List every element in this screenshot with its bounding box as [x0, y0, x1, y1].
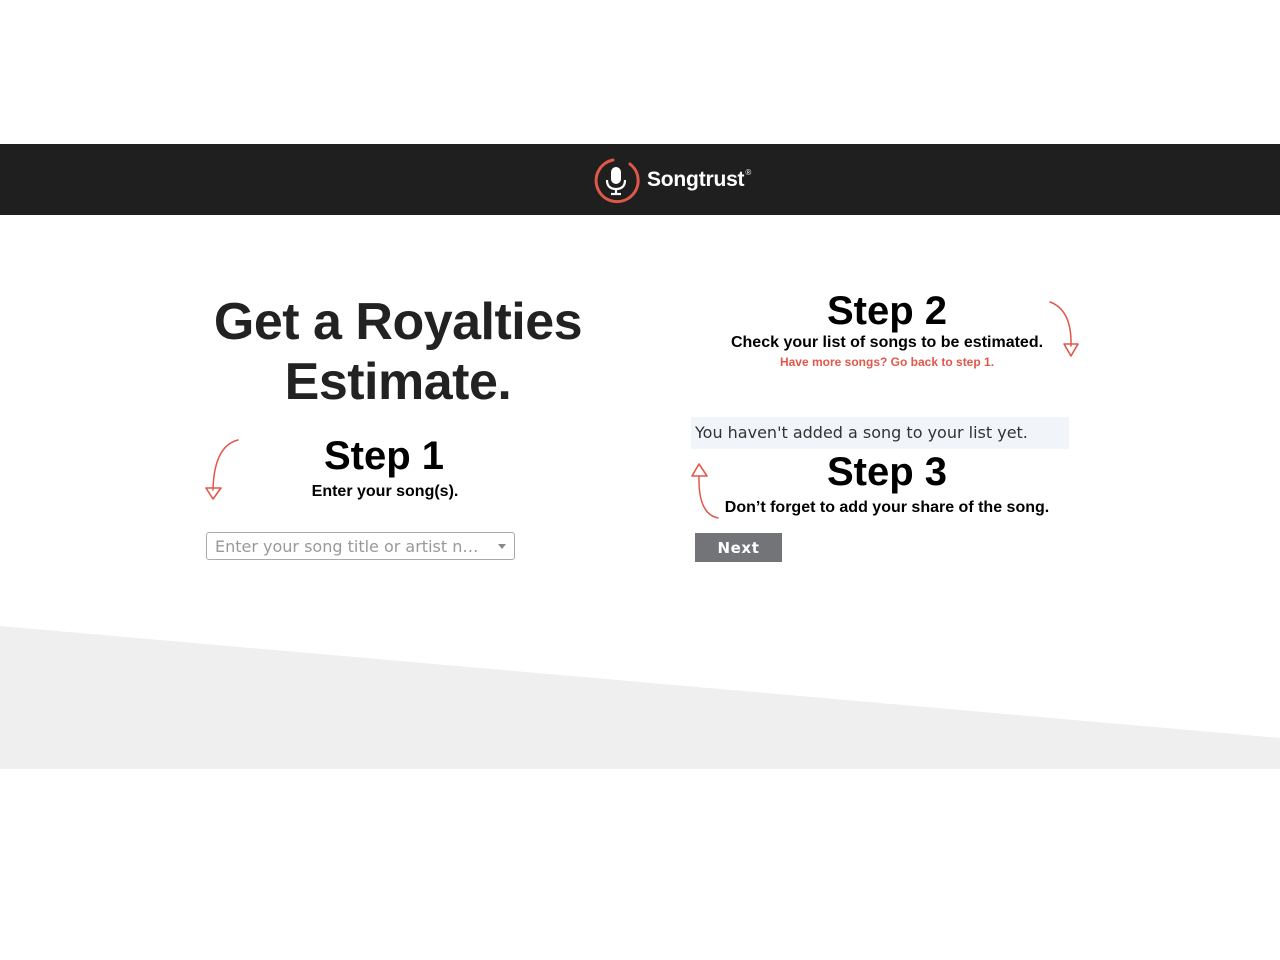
song-search-select[interactable]: Enter your song title or artist n…	[206, 532, 515, 560]
step2-subtitle: Check your list of songs to be estimated…	[730, 334, 1044, 351]
step1-subtitle: Enter your song(s).	[311, 483, 459, 500]
step3-title: Step 3	[826, 450, 948, 494]
step2-title: Step 2	[826, 289, 948, 333]
brand-name: Songtrust	[647, 168, 745, 191]
site-header: Songtrust ®	[0, 144, 1280, 215]
chevron-down-icon[interactable]	[498, 543, 506, 549]
step3-subtitle: Don’t forget to add your share of the so…	[724, 499, 1050, 516]
song-search-placeholder: Enter your song title or artist n…	[215, 536, 479, 556]
next-button[interactable]: Next	[695, 533, 782, 562]
top-blank-area	[0, 0, 1280, 144]
page-title: Get a Royalties Estimate.	[213, 293, 583, 411]
footer-slant-band	[0, 626, 1280, 769]
curved-arrow-down-icon	[1049, 301, 1079, 357]
step1-title: Step 1	[323, 434, 445, 478]
song-list-empty-message: You haven't added a song to your list ye…	[691, 417, 1069, 449]
songtrust-logo[interactable]: Songtrust ®	[591, 155, 751, 205]
back-to-step1-link[interactable]: Have more songs? Go back to step 1.	[700, 355, 1074, 369]
registered-mark: ®	[745, 167, 752, 177]
microphone-icon	[594, 158, 640, 204]
